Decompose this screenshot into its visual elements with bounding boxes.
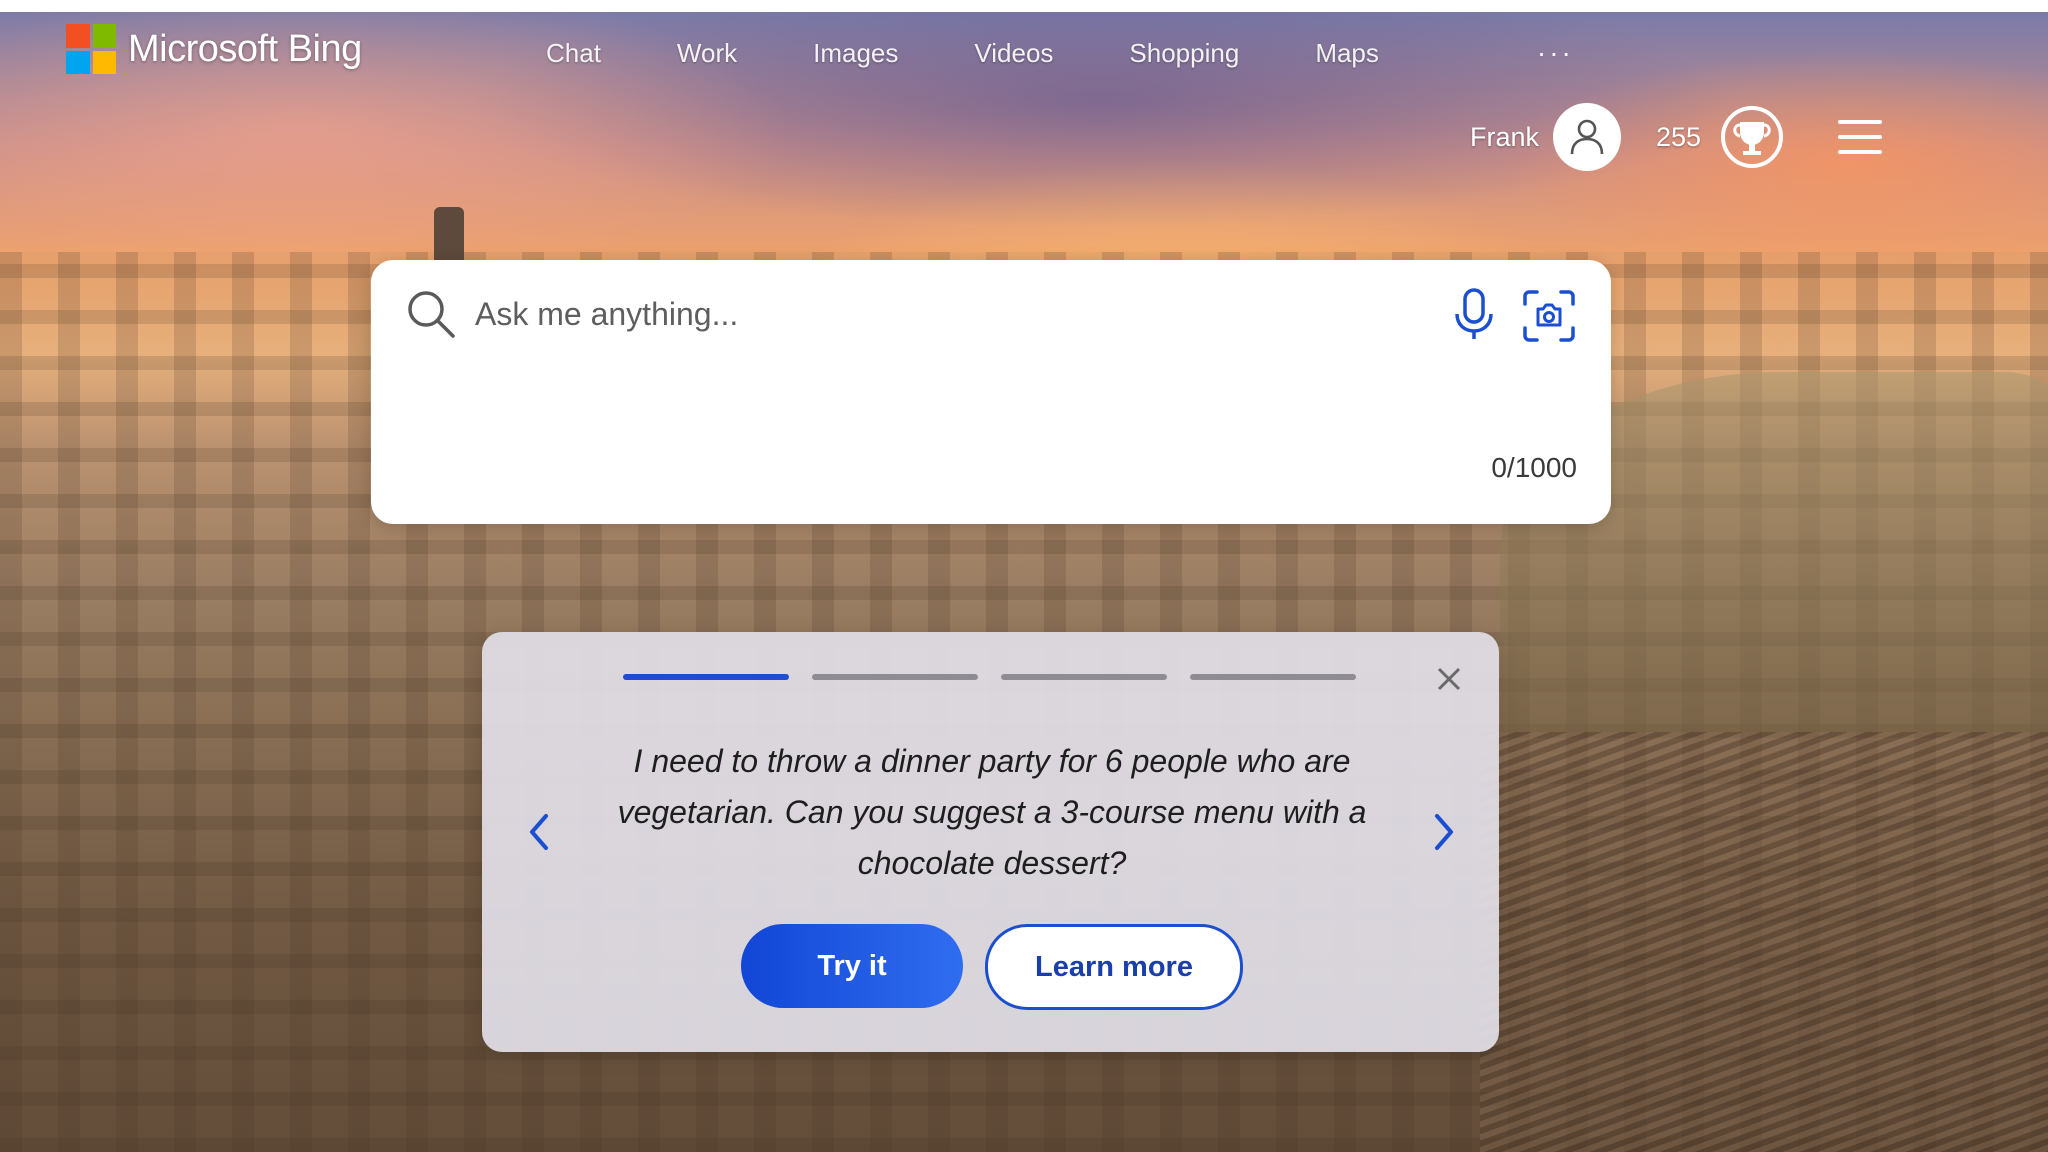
person-icon <box>1570 119 1604 155</box>
bing-logo[interactable]: Microsoft Bing <box>66 24 362 74</box>
nav-item-videos[interactable]: Videos <box>974 38 1053 69</box>
avatar[interactable] <box>1553 103 1621 171</box>
search-box: 0/1000 <box>371 260 1611 524</box>
learn-more-button[interactable]: Learn more <box>985 924 1243 1010</box>
nav-item-work[interactable]: Work <box>677 38 737 69</box>
camera-search-icon[interactable] <box>1521 288 1577 344</box>
nav-item-shopping[interactable]: Shopping <box>1129 38 1239 69</box>
chevron-left-icon[interactable] <box>522 808 556 856</box>
close-icon[interactable] <box>1434 664 1464 694</box>
user-name[interactable]: Frank <box>1470 122 1539 153</box>
top-nav: Chat Work Images Videos Shopping Maps ··… <box>546 36 1574 70</box>
hamburger-menu-icon[interactable] <box>1838 120 1882 154</box>
suggestion-card: I need to throw a dinner party for 6 peo… <box>482 632 1499 1052</box>
progress-step-1[interactable] <box>623 674 789 680</box>
character-counter: 0/1000 <box>1491 452 1577 483</box>
progress-step-3[interactable] <box>1001 674 1167 680</box>
rewards-button[interactable] <box>1720 105 1784 169</box>
microphone-icon[interactable] <box>1449 286 1499 342</box>
search-input[interactable] <box>473 288 1427 340</box>
progress-step-2[interactable] <box>812 674 978 680</box>
carousel-progress <box>623 674 1379 680</box>
brand-name: Microsoft Bing <box>128 27 362 70</box>
nav-item-maps[interactable]: Maps <box>1315 38 1379 69</box>
rewards-points[interactable]: 255 <box>1656 122 1701 153</box>
chevron-right-icon[interactable] <box>1427 808 1461 856</box>
progress-step-4[interactable] <box>1190 674 1356 680</box>
suggestion-prompt: I need to throw a dinner party for 6 peo… <box>617 743 1367 881</box>
try-it-button[interactable]: Try it <box>741 924 963 1008</box>
tiled-roofs <box>1480 732 2048 1152</box>
nav-item-chat[interactable]: Chat <box>546 38 601 69</box>
nav-more-button[interactable]: ··· <box>1537 37 1574 69</box>
microsoft-logo-icon <box>66 24 116 74</box>
nav-item-images[interactable]: Images <box>813 38 898 69</box>
trophy-icon <box>1721 106 1783 168</box>
search-icon <box>408 291 455 338</box>
